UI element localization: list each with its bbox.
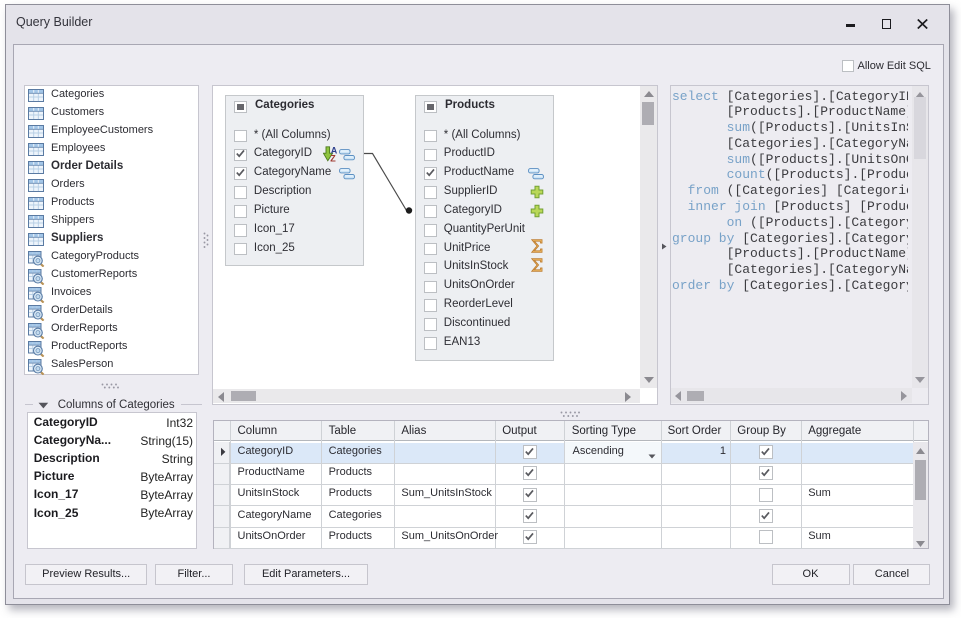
svg-text:Z: Z: [330, 154, 336, 162]
